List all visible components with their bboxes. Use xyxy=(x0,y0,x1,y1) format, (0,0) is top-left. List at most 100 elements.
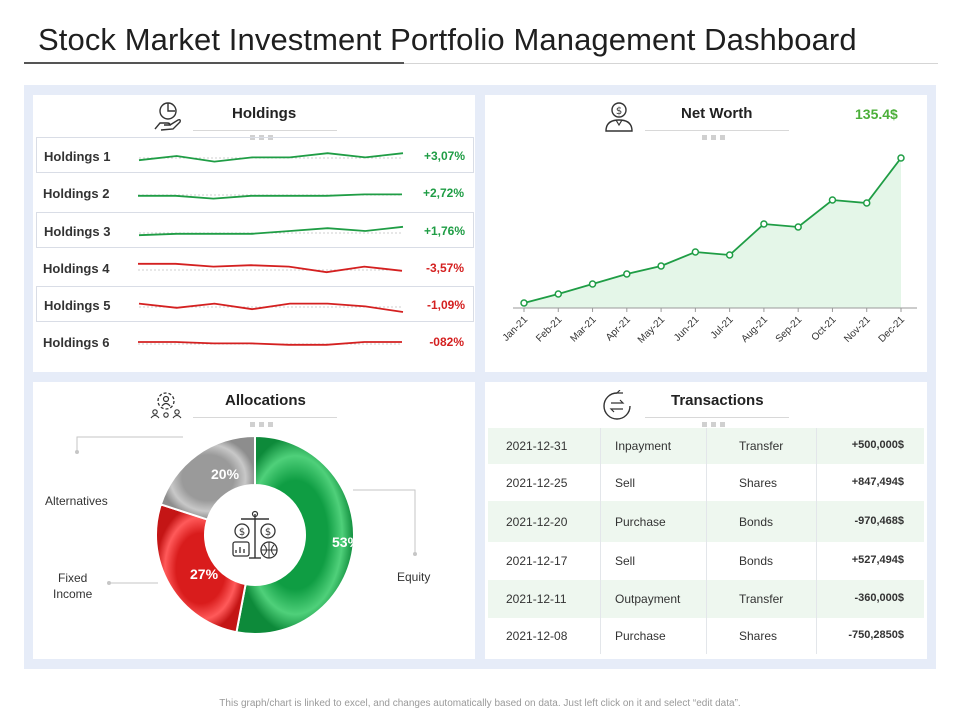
transaction-type: Purchase xyxy=(615,629,666,643)
x-tick-label: Jan-21 xyxy=(501,314,531,344)
sparkline-series xyxy=(138,152,404,163)
equity-leader-line-dot xyxy=(413,552,417,556)
x-tick-label: Apr-21 xyxy=(604,314,633,343)
x-tick-label: Nov-21 xyxy=(842,314,873,345)
transaction-type: Inpayment xyxy=(615,439,672,453)
sparkline-series xyxy=(138,302,404,313)
title-underline xyxy=(24,62,404,64)
column-separator xyxy=(706,542,707,580)
transaction-category: Bonds xyxy=(739,515,774,529)
transaction-category: Shares xyxy=(739,629,778,643)
holding-row[interactable]: Holdings 1 +3,07% xyxy=(36,137,474,173)
net-worth-point xyxy=(691,248,700,256)
transaction-category: Transfer xyxy=(739,439,784,453)
transaction-amount: +847,494$ xyxy=(851,476,904,488)
holding-change-value: -082% xyxy=(429,335,464,349)
net-worth-point xyxy=(897,154,905,162)
net-worth-point xyxy=(862,199,871,207)
holding-label: Holdings 5 xyxy=(44,298,111,313)
holding-label: Holdings 4 xyxy=(43,261,110,276)
transaction-row[interactable]: 2021-12-08 Purchase Shares -750,2850$ xyxy=(488,618,924,654)
transaction-date: 2021-12-20 xyxy=(506,515,568,529)
transaction-date: 2021-12-31 xyxy=(506,439,568,453)
fixed-income-percent-label: 27% xyxy=(190,566,219,582)
allocations-title: Allocations xyxy=(225,392,306,409)
fixed-income-label: Fixed Income xyxy=(53,570,92,602)
column-separator xyxy=(600,501,601,542)
transaction-row[interactable]: 2021-12-25 Sell Shares +847,494$ xyxy=(488,464,924,501)
x-tick-label: Oct-21 xyxy=(810,314,839,343)
transaction-type: Purchase xyxy=(615,515,666,529)
holding-row[interactable]: Holdings 4 -3,57% xyxy=(36,250,474,286)
allocations-panel[interactable]: 53% 27% 20% $ $ Allocations Alternatives Fix… xyxy=(33,382,475,659)
net-worth-point xyxy=(520,299,528,307)
alternatives-leader-line xyxy=(76,436,183,452)
holding-change-value: +2,72% xyxy=(422,186,464,200)
equity-percent-label: 53% xyxy=(332,534,361,550)
holding-change-value: +1,76% xyxy=(423,224,465,238)
net-worth-point xyxy=(657,262,665,270)
footer-note: This graph/chart is linked to excel, and… xyxy=(219,698,741,709)
transaction-type: Sell xyxy=(615,554,636,568)
alternatives-percent-label: 20% xyxy=(211,466,240,482)
sparkline-series xyxy=(138,262,403,274)
title-dots xyxy=(250,414,277,427)
exchange-arrows-icon xyxy=(603,390,631,420)
fixed-income-leader-line-dot xyxy=(107,581,111,585)
transaction-row[interactable]: 2021-12-20 Purchase Bonds -970,468$ xyxy=(488,501,924,542)
equity-label: Equity xyxy=(397,570,431,584)
people-gear-icon xyxy=(150,392,182,419)
x-tick-label: Dec-21 xyxy=(877,314,908,345)
column-separator xyxy=(816,501,817,542)
transaction-amount: -970,468$ xyxy=(854,515,904,527)
transaction-date: 2021-12-17 xyxy=(506,554,568,568)
transaction-amount: +500,000$ xyxy=(851,439,904,451)
transactions-panel[interactable]: Transactions 2021-12-31 Inpayment Transfer… xyxy=(485,382,927,659)
transaction-row[interactable]: 2021-12-31 Inpayment Transfer +500,000$ xyxy=(488,428,924,464)
holding-row[interactable]: Holdings 5 -1,09% xyxy=(36,286,474,322)
holding-row[interactable]: Holdings 2 +2,72% xyxy=(36,175,474,211)
net-worth-title: Net Worth xyxy=(681,105,753,122)
column-separator xyxy=(600,428,601,464)
holdings-panel[interactable]: Holdings Holdings 1 +3,07% Holdings 2 +2,72… xyxy=(33,95,475,372)
equity-leader-line xyxy=(353,489,416,552)
holding-row[interactable]: Holdings 6 -082% xyxy=(36,324,474,360)
holdings-title: Holdings xyxy=(232,105,297,122)
holding-sparkline xyxy=(138,302,404,313)
transaction-row[interactable]: 2021-12-11 Outpayment Transfer -360,000$ xyxy=(488,580,924,618)
net-worth-point xyxy=(794,223,802,231)
x-tick-label: Sep-21 xyxy=(774,314,805,345)
column-separator xyxy=(600,580,601,618)
transaction-amount: +527,494$ xyxy=(851,554,904,566)
column-separator xyxy=(706,580,707,618)
net-worth-point xyxy=(554,290,563,298)
holding-sparkline xyxy=(138,152,404,163)
page-title: Stock Market Investment Portfolio Manage… xyxy=(38,22,857,57)
x-tick-label: Aug-21 xyxy=(739,314,770,345)
column-separator xyxy=(816,542,817,580)
holding-change-value: +3,07% xyxy=(423,149,465,163)
column-separator xyxy=(816,464,817,501)
sparkline-series xyxy=(138,193,402,200)
column-separator xyxy=(706,464,707,501)
column-separator xyxy=(600,618,601,654)
column-separator xyxy=(706,618,707,654)
transaction-row[interactable]: 2021-12-17 Sell Bonds +527,494$ xyxy=(488,542,924,580)
net-worth-point xyxy=(623,270,631,278)
transactions-title: Transactions xyxy=(671,392,764,409)
holding-row[interactable]: Holdings 3 +1,76% xyxy=(36,212,474,248)
title-dots xyxy=(250,127,277,140)
transaction-category: Bonds xyxy=(739,554,774,568)
holding-sparkline xyxy=(138,262,403,274)
net-worth-panel[interactable]: Jan-21 Feb-21 Mar-21 Apr-21 May-21 Jun-21 Jul-… xyxy=(485,95,927,372)
net-worth-point xyxy=(725,251,734,259)
fixed-income-label-line1: Fixed xyxy=(58,571,88,585)
holding-label: Holdings 6 xyxy=(43,335,110,350)
column-separator xyxy=(600,542,601,580)
transaction-date: 2021-12-25 xyxy=(506,476,568,490)
net-worth-area xyxy=(524,158,901,308)
holding-sparkline xyxy=(138,225,404,237)
x-tick-label: May-21 xyxy=(636,314,668,346)
net-worth-point xyxy=(828,196,837,204)
title-dots xyxy=(702,414,729,427)
